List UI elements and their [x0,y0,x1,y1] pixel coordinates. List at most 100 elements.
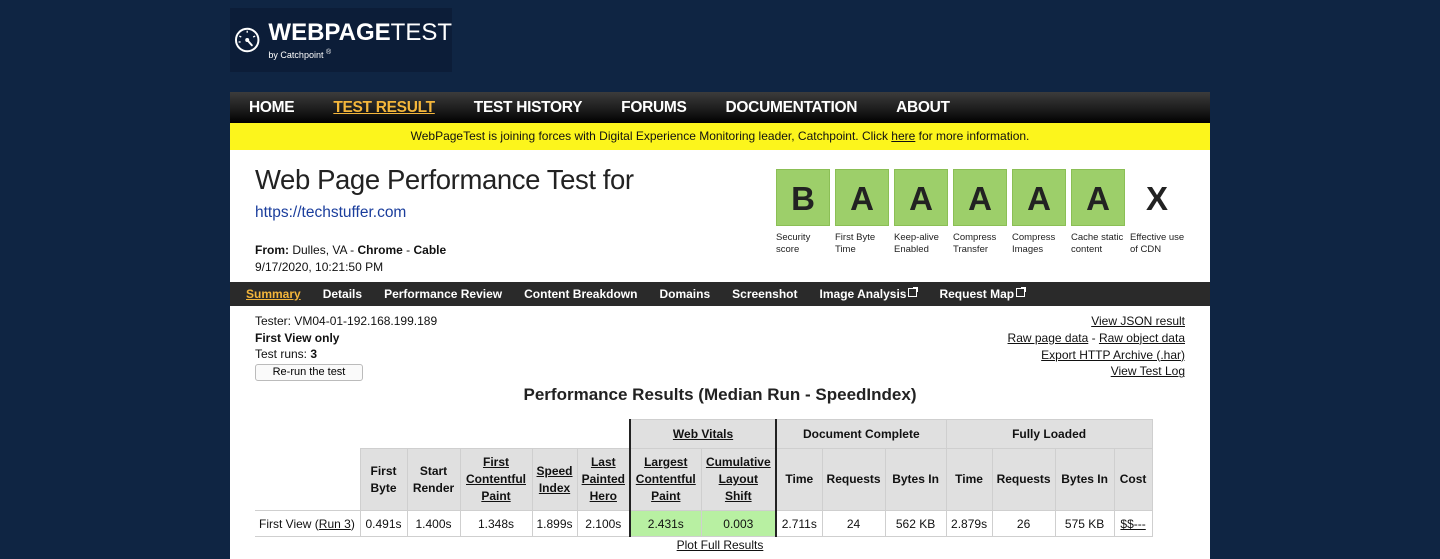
grade-compress-images[interactable]: A Compress Images [1012,169,1071,256]
rerun-button[interactable]: Re-run the test [255,363,363,381]
group-web-vitals: Web Vitals [629,419,778,449]
external-link-icon [908,286,919,297]
view-json-link[interactable]: View JSON result [1091,314,1185,328]
link-separator: - [1088,330,1099,345]
group-document-complete: Document Complete [775,419,947,449]
cell-first-byte: 0.491s [359,510,408,537]
speed-index-link[interactable]: Speed Index [537,464,573,495]
col-fcp: First Contentful Paint [459,448,533,511]
nav-home[interactable]: HOME [249,99,295,117]
grade-letter: A [835,169,889,226]
tab-request-map[interactable]: Request Map [939,286,1027,301]
col-cost: Cost [1113,448,1153,511]
results-table: Web Vitals Document Complete Fully Loade… [255,419,1153,537]
col-fl-bytes: Bytes In [1054,448,1115,511]
nav-forums[interactable]: FORUMS [621,99,687,117]
cell-fl-bytes: 575 KB [1054,510,1115,537]
row-label: First View (Run 3) [255,510,361,537]
test-info: Tester: VM04-01-192.168.199.189 First Vi… [230,306,1210,386]
announcement-banner: WebPageTest is joining forces with Digit… [230,123,1210,150]
nav-documentation[interactable]: DOCUMENTATION [726,99,858,117]
tab-summary[interactable]: Summary [246,287,301,301]
cost-link[interactable]: $$--- [1120,517,1145,531]
top-nav: HOME TEST RESULT TEST HISTORY FORUMS DOC… [230,92,1210,123]
cell-doc-bytes: 562 KB [884,510,947,537]
col-cls: Cumulative Layout Shift [700,448,778,511]
cell-doc-requests: 24 [821,510,886,537]
group-blank [255,419,631,449]
logo-title: WEBPAGETEST [268,18,452,46]
tester-name: Tester: VM04-01-192.168.199.189 [255,314,438,328]
cell-fcp: 1.348s [459,510,533,537]
col-last-hero: Last Painted Hero [576,448,631,511]
col-first-byte: First Byte [359,448,408,511]
col-fl-time: Time [945,448,993,511]
banner-text: WebPageTest is joining forces with Digit… [410,129,892,143]
nav-test-history[interactable]: TEST HISTORY [474,99,583,117]
grade-first-byte[interactable]: A First Byte Time [835,169,894,256]
logo-subtitle: by Catchpoint ® [268,48,332,60]
tested-url[interactable]: https://techstuffer.com [255,204,406,222]
tab-image-analysis[interactable]: Image Analysis [820,286,919,301]
grade-letter: A [1012,169,1066,226]
web-vitals-link[interactable]: Web Vitals [673,427,733,441]
cell-lcp: 2.431s [629,510,702,537]
group-fully-loaded: Fully Loaded [945,419,1153,449]
col-doc-requests: Requests [821,448,886,511]
grade-summary: B Security score A First Byte Time A Kee… [776,169,1189,256]
tab-details[interactable]: Details [323,287,362,301]
cell-doc-time: 2.711s [775,510,823,537]
cell-fl-requests: 26 [991,510,1056,537]
grade-security[interactable]: B Security score [776,169,835,256]
banner-link[interactable]: here [891,129,915,143]
run-3-link[interactable]: Run 3 [319,517,351,531]
tab-domains[interactable]: Domains [659,287,710,301]
view-type: First View only [255,330,340,345]
banner-text-end: for more information. [915,129,1030,143]
results-title: Performance Results (Median Run - SpeedI… [523,385,917,404]
table-group-header: Web Vitals Document Complete Fully Loade… [255,419,1153,449]
nav-test-result[interactable]: TEST RESULT [333,99,435,117]
raw-page-data-link[interactable]: Raw page data [1008,331,1089,345]
grade-cdn[interactable]: X Effective use of CDN [1130,169,1189,256]
grade-letter: A [953,169,1007,226]
cell-last-hero: 2.100s [576,510,631,537]
last-hero-link[interactable]: Last Painted Hero [582,455,625,503]
tab-content-breakdown[interactable]: Content Breakdown [524,287,637,301]
nav-about[interactable]: ABOUT [896,99,950,117]
tab-screenshot[interactable]: Screenshot [732,287,797,301]
cls-link[interactable]: Cumulative Layout Shift [706,455,771,503]
grade-letter: B [776,169,830,226]
export-har-link[interactable]: Export HTTP Archive (.har) [1041,348,1185,362]
grade-letter: A [1071,169,1125,226]
cell-fl-time: 2.879s [945,510,993,537]
page-title: Web Page Performance Test for [255,164,634,195]
grade-label: Cache static content [1071,232,1124,255]
grade-keep-alive[interactable]: A Keep-alive Enabled [894,169,953,256]
webpagetest-logo[interactable]: WEBPAGETEST by Catchpoint ® [230,8,452,72]
fcp-link[interactable]: First Contentful Paint [466,455,526,503]
grade-letter: X [1130,169,1184,226]
grade-label: Effective use of CDN [1130,232,1185,255]
test-datetime: 9/17/2020, 10:21:50 PM [255,260,384,274]
grade-label: Keep-alive Enabled [894,232,939,255]
col-speed-index: Speed Index [531,448,578,511]
col-doc-time: Time [775,448,823,511]
external-link-icon [1016,286,1027,297]
main-container: HOME TEST RESULT TEST HISTORY FORUMS DOC… [230,92,1210,559]
test-location: From: Dulles, VA - Chrome - Cable 9/17/2… [255,243,447,274]
table-column-header: First Byte Start Render First Contentful… [255,448,1153,511]
grade-cache-static[interactable]: A Cache static content [1071,169,1130,256]
test-header: Web Page Performance Test for https://te… [230,150,1210,282]
test-runs: Test runs: 3 [255,347,318,361]
tab-performance-review[interactable]: Performance Review [384,287,502,301]
grade-compress-transfer[interactable]: A Compress Transfer [953,169,1012,256]
raw-object-data-link[interactable]: Raw object data [1099,331,1185,345]
lcp-link[interactable]: Largest Contentful Paint [636,455,696,503]
plot-full-results-link[interactable]: Plot Full Results [677,538,764,552]
cell-cost: $$--- [1113,510,1153,537]
view-test-log-link[interactable]: View Test Log [1111,364,1185,378]
col-start-render: Start Render [406,448,461,511]
grade-label: Security score [776,232,811,255]
col-blank [255,448,361,511]
